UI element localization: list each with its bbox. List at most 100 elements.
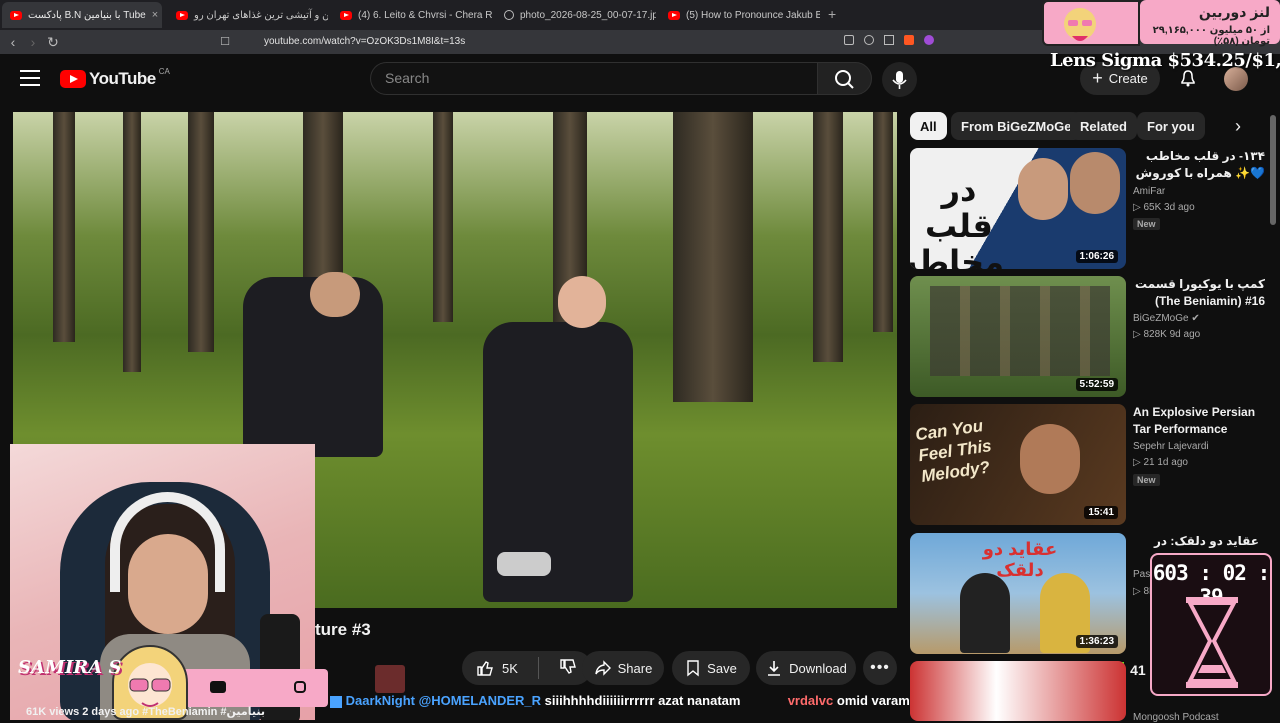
new-badge: New [1133, 474, 1160, 486]
search-button[interactable] [817, 62, 872, 95]
rewards-icon[interactable] [924, 35, 934, 45]
sidebar-scrollbar[interactable] [1270, 115, 1276, 225]
recommendation-meta: ▷ 65K 3d ago [1133, 202, 1195, 213]
forward-icon[interactable]: › [24, 33, 42, 51]
instagram-icon[interactable] [294, 681, 306, 693]
thumbs-up-icon [477, 661, 493, 676]
brave-shield-icon[interactable] [904, 35, 914, 45]
recommendation-channel[interactable]: BiGeZMoGe ✔ [1133, 313, 1200, 324]
tab-label: (5) How to Pronounce Jakub Błaszczy [686, 9, 820, 21]
subathon-timer: 603 : 02 : 39 [1150, 553, 1272, 696]
channel-name: BiGeZMoGe [1133, 313, 1189, 324]
video-duration: 15:41 [1084, 506, 1118, 519]
donation-goal-overlay: لنز دوربین ۲۹,۱۶۵,۰۰۰ از ۵۰ میلیون تومان… [1040, 0, 1280, 47]
like-button[interactable]: 5K [476, 659, 518, 677]
streamer-name: SAMIRA S [18, 657, 122, 678]
youtube-favicon-icon [668, 10, 680, 20]
search-input[interactable]: Search [370, 62, 817, 95]
chip-related[interactable]: Related [1070, 112, 1137, 140]
download-label: Download [789, 660, 847, 676]
tab-1[interactable]: پادکست B.N با بنیامین Tube × [2, 2, 162, 28]
chat-message: siiihhhhdiiiiiirrrrrr azat nanatam [544, 693, 741, 708]
logo-text: YouTube [89, 69, 156, 88]
dislike-button[interactable] [559, 658, 577, 679]
youtube-favicon-icon [340, 10, 352, 20]
youtube-social-icon[interactable] [210, 681, 226, 693]
recommendation-channel[interactable]: Pas [1133, 569, 1150, 580]
chat-badge-icon [330, 695, 342, 708]
video-title: ture #3 [315, 620, 371, 639]
share-icon [594, 660, 611, 676]
chip-from-channel[interactable]: From BiGeZMoGe [951, 112, 1082, 140]
tab-4[interactable]: photo_2026-08-25_00-07-17.jpg (41 [496, 2, 656, 28]
recommendation-channel[interactable]: Mongoosh Podcast [1133, 712, 1219, 723]
tab-5[interactable]: (5) How to Pronounce Jakub Błaszczy [660, 2, 820, 28]
close-tab-icon[interactable]: × [152, 9, 158, 21]
recommendation-title[interactable]: An Explosive Persian Tar Performance [1133, 404, 1265, 438]
recommendation-thumbnail[interactable] [910, 661, 1126, 721]
youtube-play-icon [60, 70, 86, 88]
tab-label: (4) 6. Leito & Chvrsi - Chera Rafti (Off [358, 9, 492, 21]
more-icon: ••• [870, 659, 890, 676]
like-count: 5K [502, 660, 518, 676]
recommendation-title[interactable]: ۱۳۴- در قلب مخاطب 💙✨ همراه با کوروش زارا… [1133, 148, 1265, 182]
zoom-icon[interactable] [864, 35, 874, 45]
share-button[interactable]: Share [582, 651, 664, 685]
save-button[interactable]: Save [672, 651, 750, 685]
tab-label: پادکست B.N با بنیامین Tube [28, 9, 146, 21]
reload-icon[interactable]: ↻ [44, 33, 62, 51]
cast-icon[interactable] [884, 35, 894, 45]
chat-username: DaarkNight @HOMELANDER_R [345, 693, 542, 708]
new-tab-button[interactable]: + [828, 6, 836, 22]
donation-amount: ۲۹,۱۶۵,۰۰۰ از ۵۰ میلیون تومان (۵۸٪) [1152, 25, 1270, 47]
bookmark-save-icon [687, 660, 699, 677]
recommendation-channel[interactable]: Sepehr Lajevardi [1133, 441, 1209, 452]
recommendation-title[interactable]: کمپ با یوکیورا قسمت 16# (The Beniamin) [1133, 276, 1265, 310]
voice-search-button[interactable] [882, 62, 917, 97]
chip-for-you[interactable]: For you [1137, 112, 1205, 140]
notifications-button[interactable] [1178, 68, 1198, 88]
recommendation-thumbnail[interactable]: عقاید دو دلقک 1:36:23 [910, 533, 1126, 654]
globe-icon [504, 10, 514, 20]
plus-icon: + [1092, 68, 1103, 88]
donation-title: لنز دوربین [1198, 4, 1270, 20]
recommendation-thumbnail[interactable]: Can You Feel This Melody? 15:41 [910, 404, 1126, 525]
tab-2[interactable]: تند ترین و آتیشی ترین غذاهای تهران رو [168, 2, 328, 28]
browser-extensions [844, 35, 944, 49]
emote-image [375, 665, 405, 693]
save-label: Save [707, 660, 737, 676]
microphone-icon [892, 71, 907, 89]
hourglass-icon [1186, 597, 1238, 688]
extension-icon[interactable] [844, 35, 854, 45]
country-code: CA [158, 66, 170, 76]
donor-avatar [1042, 0, 1140, 46]
like-dislike-group: 5K [462, 651, 592, 685]
verified-icon: ✔ [1191, 313, 1200, 324]
recommendation-meta: ▷ 828K 9d ago [1133, 329, 1201, 340]
video-duration: 5:52:59 [1075, 378, 1118, 391]
chevron-right-icon[interactable]: › [1224, 112, 1252, 140]
youtube-favicon-icon [176, 10, 188, 20]
donation-card: لنز دوربین ۲۹,۱۶۵,۰۰۰ از ۵۰ میلیون تومان… [1140, 0, 1280, 47]
bookmark-icon[interactable]: ☐ [216, 33, 234, 51]
tab-3[interactable]: (4) 6. Leito & Chvrsi - Chera Rafti (Off [332, 2, 492, 28]
share-label: Share [617, 660, 653, 676]
menu-icon[interactable] [20, 70, 40, 86]
like-divider [537, 657, 539, 679]
youtube-favicon-icon [10, 10, 22, 20]
download-icon [768, 661, 781, 676]
thumbnail-text: Can You Feel This Melody? [914, 416, 993, 486]
youtube-logo[interactable]: YouTube CA [60, 66, 170, 90]
video-views-line: 61K views 2 days ago #TheBeniamin #بنیام… [26, 706, 265, 718]
more-actions-button[interactable]: ••• [863, 651, 897, 685]
lens-goal-text: Lens Sigma $534.25/$1,000 [1050, 50, 1280, 71]
video-duration: 1:06:26 [1075, 250, 1118, 263]
recommendation-channel[interactable]: AmiFar [1133, 186, 1165, 197]
chip-all[interactable]: All [910, 112, 947, 140]
recommendation-thumbnail[interactable]: 5:52:59 [910, 276, 1126, 397]
download-button[interactable]: Download [756, 651, 856, 685]
back-icon[interactable]: ‹ [4, 33, 22, 51]
thumbs-down-icon [560, 658, 576, 674]
recommendation-meta: ▷ 21 1d ago [1133, 457, 1188, 468]
recommendation-thumbnail[interactable]: در قلب مخاطب 1:06:26 [910, 148, 1126, 269]
